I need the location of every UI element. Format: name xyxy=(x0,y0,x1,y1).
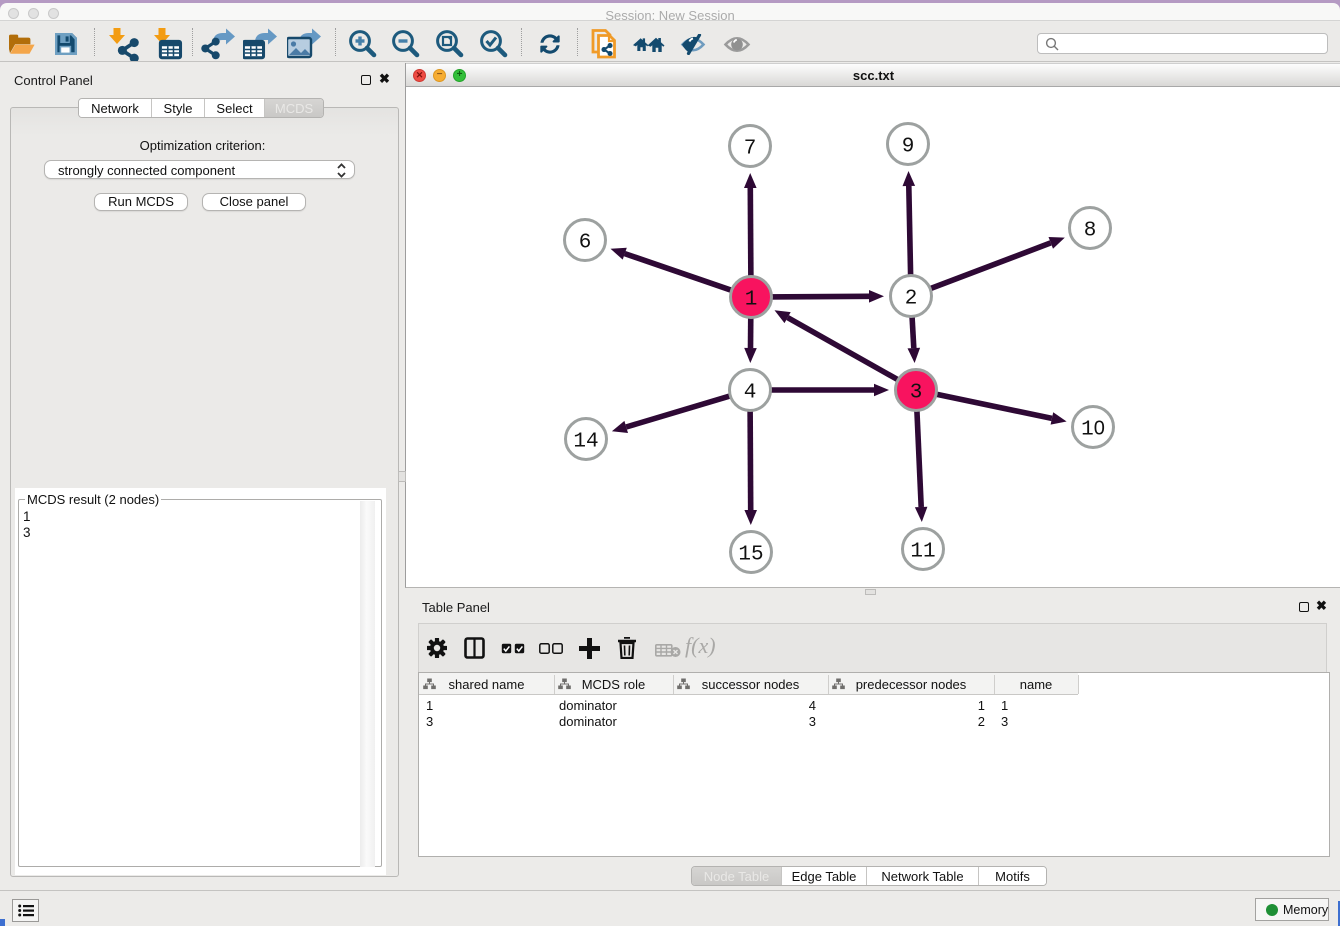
svg-text:1: 1 xyxy=(745,289,758,312)
svg-text:10: 10 xyxy=(1081,418,1105,442)
svg-text:14: 14 xyxy=(573,431,598,454)
svg-text:2: 2 xyxy=(905,288,918,311)
svg-text:6: 6 xyxy=(579,232,592,255)
svg-text:7: 7 xyxy=(744,138,757,161)
svg-text:11: 11 xyxy=(910,541,935,564)
svg-text:9: 9 xyxy=(902,136,915,159)
svg-text:8: 8 xyxy=(1084,220,1097,243)
svg-text:3: 3 xyxy=(910,382,923,405)
svg-text:15: 15 xyxy=(738,544,763,567)
svg-text:4: 4 xyxy=(744,382,757,405)
